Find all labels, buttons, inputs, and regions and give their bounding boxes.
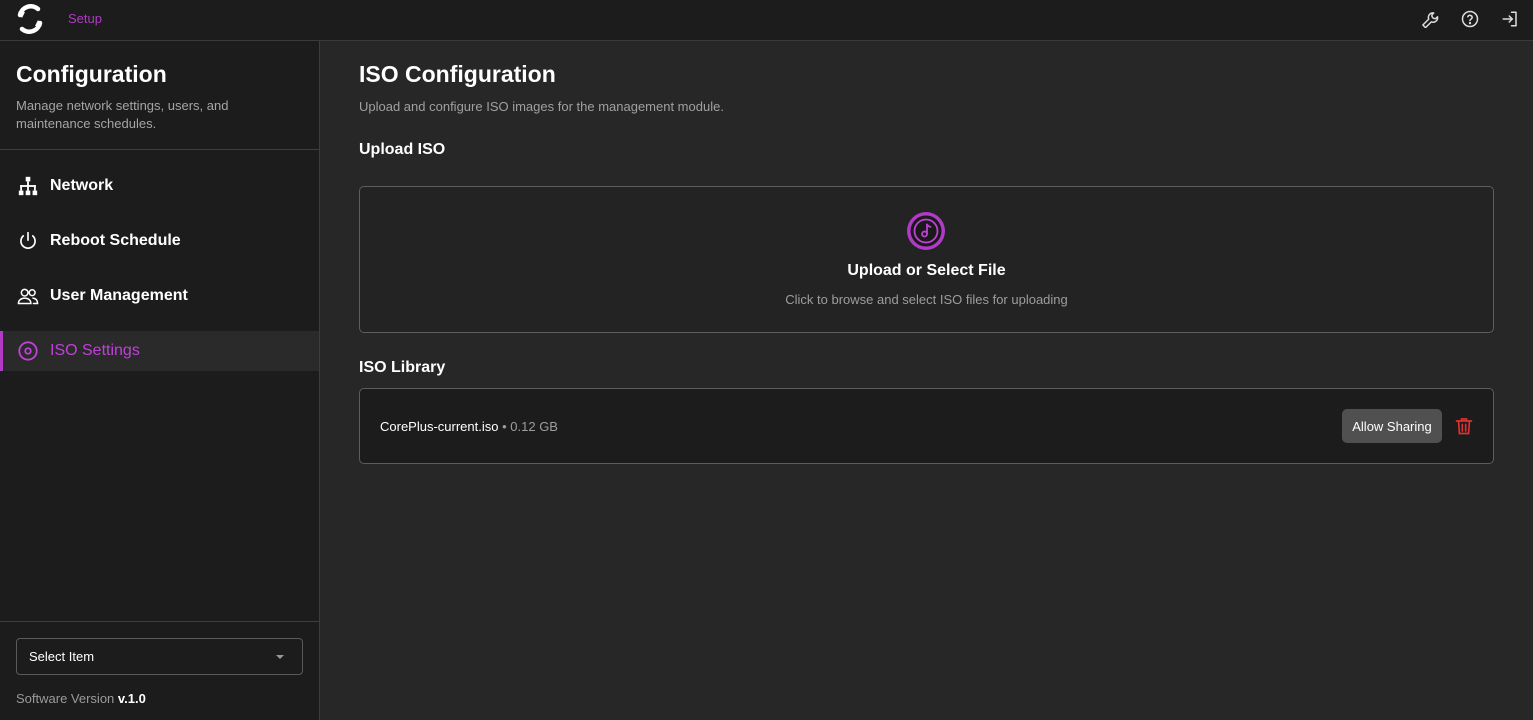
page-description: Upload and configure ISO images for the … — [359, 99, 724, 114]
users-icon — [17, 285, 39, 307]
upload-section-title: Upload ISO — [359, 141, 446, 158]
wrench-icon[interactable] — [1419, 8, 1441, 30]
sidebar-title: Configuration — [16, 61, 167, 87]
sidebar-item-label: Network — [50, 177, 114, 194]
sidebar-header: Configuration Manage network settings, u… — [0, 41, 319, 150]
page-title: ISO Configuration — [359, 61, 556, 87]
sidebar-item-label: ISO Settings — [50, 342, 140, 359]
sidebar-item-reboot-schedule[interactable]: Reboot Schedule — [0, 221, 319, 261]
sidebar-footer: Select Item Software Version v.1.0 — [0, 621, 319, 720]
power-icon — [17, 230, 39, 252]
sidebar-item-network[interactable]: Network — [0, 166, 319, 206]
version-value: v.1.0 — [117, 691, 146, 706]
item-select[interactable]: Select Item — [16, 638, 303, 675]
version-label: Software Version — [16, 691, 115, 706]
file-name: CorePlus-current.iso — [380, 419, 499, 434]
sidebar-item-label: User Management — [50, 287, 188, 304]
upload-music-icon — [907, 212, 945, 250]
sidebar-item-user-management[interactable]: User Management — [0, 276, 319, 316]
item-select-value: Select Item — [29, 649, 95, 664]
sidebar: Configuration Manage network settings, u… — [0, 41, 320, 720]
library-file-row: CorePlus-current.iso • 0.12 GB Allow Sha… — [359, 388, 1494, 464]
sidebar-item-label: Reboot Schedule — [50, 232, 181, 249]
trash-icon[interactable] — [1454, 416, 1474, 436]
sidebar-nav: Network Reboot Schedule User Management … — [0, 166, 319, 371]
top-bar: Setup — [0, 0, 1533, 41]
caret-down-icon — [276, 655, 284, 659]
software-version: Software Version v.1.0 — [16, 691, 146, 706]
file-info: CorePlus-current.iso • 0.12 GB — [380, 419, 558, 434]
upload-dropzone[interactable]: Upload or Select File Click to browse an… — [359, 186, 1494, 333]
breadcrumb[interactable]: Setup — [68, 11, 102, 26]
app-logo[interactable] — [14, 3, 46, 35]
upload-title: Upload or Select File — [847, 262, 1006, 279]
library-section-title: ISO Library — [359, 359, 446, 376]
header-actions — [1419, 8, 1521, 30]
upload-subtitle: Click to browse and select ISO files for… — [785, 292, 1068, 307]
network-icon — [17, 175, 39, 197]
logout-icon[interactable] — [1499, 8, 1521, 30]
help-icon[interactable] — [1459, 8, 1481, 30]
disc-icon — [17, 340, 39, 362]
main-content: ISO Configuration Upload and configure I… — [359, 41, 1494, 464]
file-size: • 0.12 GB — [498, 419, 558, 434]
sidebar-item-iso-settings[interactable]: ISO Settings — [0, 331, 319, 371]
sidebar-description: Manage network settings, users, and main… — [16, 98, 229, 131]
allow-sharing-button[interactable]: Allow Sharing — [1342, 409, 1442, 443]
